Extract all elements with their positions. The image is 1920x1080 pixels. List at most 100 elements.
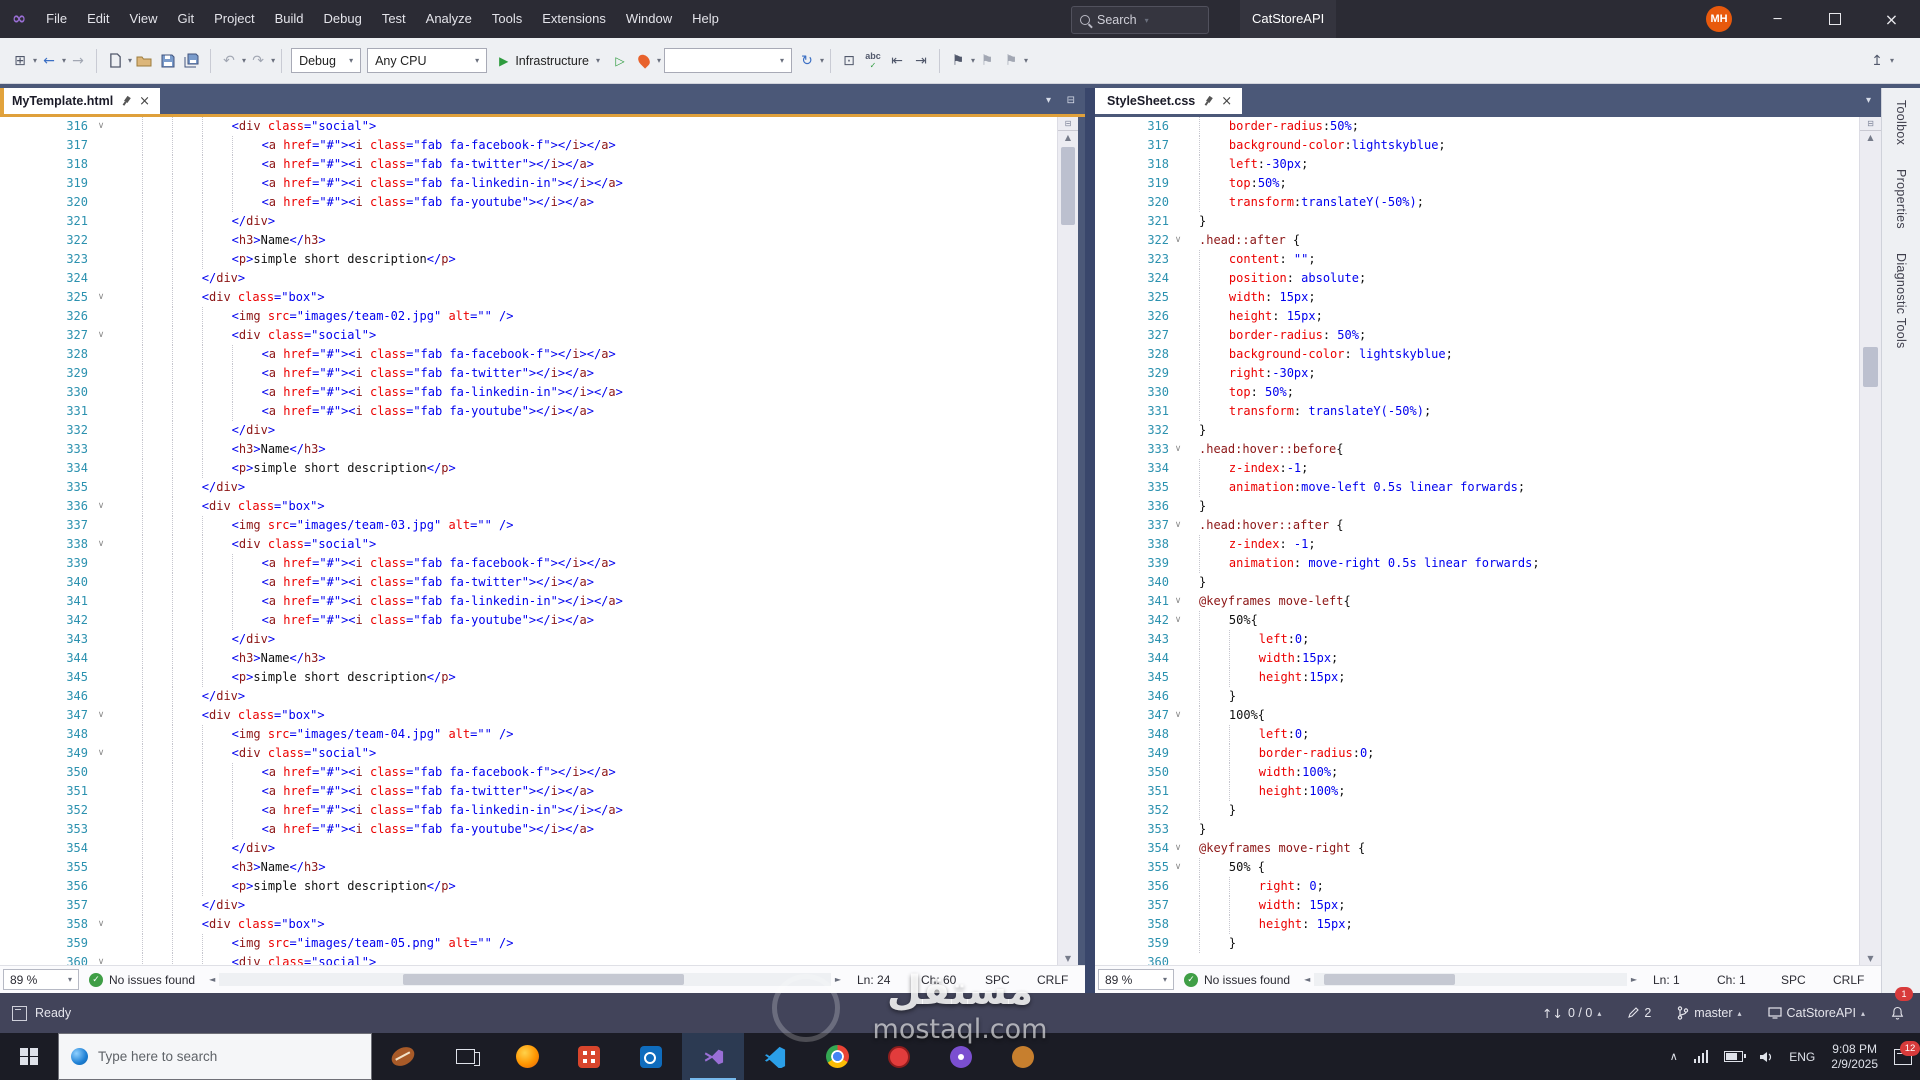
code-line[interactable]: 342 ∨ 50%{ (1095, 611, 1859, 630)
code-line[interactable]: 341 ∨ @keyframes move-left{ (1095, 592, 1859, 611)
avatar[interactable]: MH (1706, 6, 1732, 32)
code-line[interactable]: 355 <h3>Name</h3> (0, 858, 1057, 877)
taskbar-app-chrome[interactable] (806, 1033, 868, 1080)
taskbar-app-visual-studio[interactable] (682, 1033, 744, 1080)
code-line[interactable]: 319 <a href="#"><i class="fab fa-linkedin… (0, 174, 1057, 193)
tab-mytemplate[interactable]: MyTemplate.html × (0, 88, 161, 114)
menu-item-file[interactable]: File (36, 0, 77, 38)
eol-indicator[interactable]: CRLF (1025, 973, 1085, 987)
code-line[interactable]: 327 border-radius: 50%; (1095, 326, 1859, 345)
taskbar-app-vscode[interactable] (744, 1033, 806, 1080)
add-window-button[interactable]: ⊞ (9, 47, 31, 75)
fold-chevron-icon[interactable]: ∨ (1169, 516, 1187, 535)
scrollbar-track[interactable] (219, 973, 831, 986)
code-line[interactable]: 319 top:50%; (1095, 174, 1859, 193)
code-line[interactable]: 354 ∨ @keyframes move-right { (1095, 839, 1859, 858)
code-line[interactable]: 360 (1095, 953, 1859, 965)
configuration-dropdown[interactable]: Debug ▾ (291, 48, 362, 73)
close-button[interactable]: × (1863, 0, 1920, 38)
indent-increase-button[interactable]: ⇥ (910, 47, 932, 75)
spaces-indicator[interactable]: SPC (973, 973, 1025, 987)
code-line[interactable]: 347 ∨ 100%{ (1095, 706, 1859, 725)
close-icon[interactable]: × (139, 95, 150, 108)
code-line[interactable]: 322 <h3>Name</h3> (0, 231, 1057, 250)
code-line[interactable]: 351 height:100%; (1095, 782, 1859, 801)
refresh-button[interactable]: ↻ (796, 47, 818, 75)
code-line[interactable]: 317 <a href="#"><i class="fab fa-facebook… (0, 136, 1057, 155)
platform-dropdown[interactable]: Any CPU ▾ (367, 48, 488, 73)
code-line[interactable]: 353 <a href="#"><i class="fab fa-youtube"… (0, 820, 1057, 839)
code-line[interactable]: 334 z-index:-1; (1095, 459, 1859, 478)
line-indicator[interactable]: Ln: 1 (1641, 973, 1705, 987)
code-line[interactable]: 356 right: 0; (1095, 877, 1859, 896)
fold-chevron-icon[interactable]: ∨ (1169, 706, 1187, 725)
code-line[interactable]: 337 ∨ .head:hover::after { (1095, 516, 1859, 535)
horizontal-scrollbar[interactable]: ◄ ► (1300, 966, 1641, 993)
redo-button[interactable]: ↷ (247, 47, 269, 75)
code-line[interactable]: 329 right:-30px; (1095, 364, 1859, 383)
menu-item-extensions[interactable]: Extensions (532, 0, 616, 38)
code-line[interactable]: 328 <a href="#"><i class="fab fa-facebook… (0, 345, 1057, 364)
new-file-button[interactable] (104, 47, 126, 75)
clock[interactable]: 9:08 PM 2/9/2025 (1831, 1042, 1878, 1072)
find-in-files-button[interactable]: ⊡ (838, 47, 860, 75)
code-line[interactable]: 335 </div> (0, 478, 1057, 497)
editor-splitter[interactable] (1085, 88, 1095, 993)
fold-chevron-icon[interactable]: ∨ (1169, 611, 1187, 630)
code-line[interactable]: 359} (1095, 934, 1859, 953)
code-line[interactable]: 337 <img src="images/team-03.jpg" alt="" … (0, 516, 1057, 535)
statusbar-branch[interactable]: master ▴ (1677, 993, 1742, 1033)
code-line[interactable]: 353} (1095, 820, 1859, 839)
code-line[interactable]: 350 <a href="#"><i class="fab fa-facebook… (0, 763, 1057, 782)
code-line[interactable]: 344 width:15px; (1095, 649, 1859, 668)
line-indicator[interactable]: Ln: 24 (845, 973, 909, 987)
code-line[interactable]: 359 <img src="images/team-05.png" alt="" … (0, 934, 1057, 953)
search-box[interactable]: Search ▾ (1071, 6, 1209, 34)
code-line[interactable]: 326 height: 15px; (1095, 307, 1859, 326)
code-line[interactable]: 355 ∨ 50% { (1095, 858, 1859, 877)
menu-item-help[interactable]: Help (682, 0, 729, 38)
fold-chevron-icon[interactable]: ∨ (88, 915, 114, 934)
code-line[interactable]: 329 <a href="#"><i class="fab fa-twitter"… (0, 364, 1057, 383)
action-center-button[interactable]: 12 (1894, 1040, 1920, 1065)
rail-tab-diagnostic-tools[interactable]: Diagnostic Tools (1894, 253, 1908, 349)
code-line[interactable]: 354 </div> (0, 839, 1057, 858)
scrollbar-thumb[interactable] (1323, 974, 1455, 985)
code-line[interactable]: 342 <a href="#"><i class="fab fa-youtube"… (0, 611, 1057, 630)
statusbar-notifications[interactable]: 1 (1891, 987, 1913, 1033)
chevron-down-icon[interactable]: ▾ (242, 56, 246, 65)
battery-icon[interactable] (1724, 1051, 1746, 1062)
code-line[interactable]: 330 top: 50%; (1095, 383, 1859, 402)
split-grip-icon[interactable]: ⊟ (1058, 117, 1078, 131)
split-window-icon[interactable]: ⊟ (1067, 95, 1075, 106)
code-line[interactable]: 348 left:0; (1095, 725, 1859, 744)
navigate-back-button[interactable]: ← (38, 47, 60, 75)
code-line[interactable]: 325 ∨ <div class="box"> (0, 288, 1057, 307)
code-line[interactable]: 317 background-color:lightskyblue; (1095, 136, 1859, 155)
code-line[interactable]: 320 <a href="#"><i class="fab fa-youtube"… (0, 193, 1057, 212)
toggle-bookmark-button[interactable]: ⚑ (947, 47, 969, 75)
chevron-down-icon[interactable]: ▾ (271, 56, 275, 65)
code-line[interactable]: 343 </div> (0, 630, 1057, 649)
undo-button[interactable]: ↶ (218, 47, 240, 75)
scroll-down-icon[interactable]: ▼ (1860, 952, 1881, 965)
menu-item-view[interactable]: View (120, 0, 168, 38)
fold-chevron-icon[interactable]: ∨ (88, 706, 114, 725)
code-line[interactable]: 343 left:0; (1095, 630, 1859, 649)
code-line[interactable]: 349 ∨ <div class="social"> (0, 744, 1057, 763)
chevron-down-icon[interactable]: ▾ (657, 56, 661, 65)
open-file-button[interactable] (133, 47, 155, 75)
spell-check-button[interactable]: abc ✓ (862, 47, 884, 75)
code-line[interactable]: 357 width: 15px; (1095, 896, 1859, 915)
scroll-up-icon[interactable]: ▲ (1860, 131, 1881, 144)
menu-item-project[interactable]: Project (204, 0, 264, 38)
rail-tab-properties[interactable]: Properties (1894, 169, 1908, 229)
column-indicator[interactable]: Ch: 60 (909, 973, 973, 987)
menu-item-edit[interactable]: Edit (77, 0, 119, 38)
code-line[interactable]: 358 ∨ <div class="box"> (0, 915, 1057, 934)
language-indicator[interactable]: ENG (1789, 1050, 1815, 1064)
code-line[interactable]: 356 <p>simple short description</p> (0, 877, 1057, 896)
code-line[interactable]: 360 ∨ <div class="social"> (0, 953, 1057, 965)
code-line[interactable]: 345 <p>simple short description</p> (0, 668, 1057, 687)
toolbar-overflow-chevron-icon[interactable]: ▾ (1890, 56, 1894, 65)
